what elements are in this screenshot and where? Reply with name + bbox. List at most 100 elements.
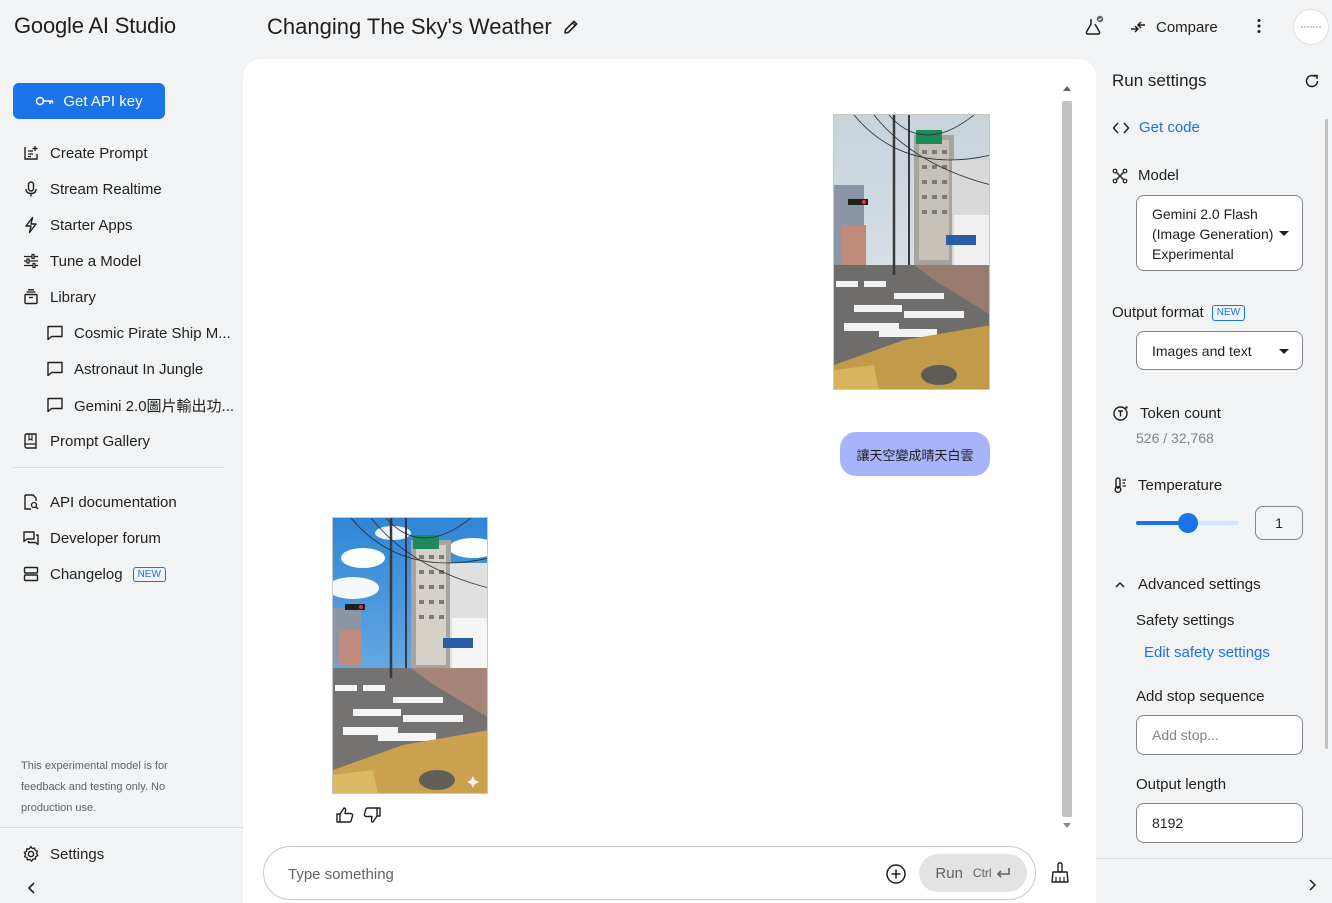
compare-button[interactable]: Compare [1128, 14, 1218, 40]
library-item[interactable]: Astronaut In Jungle [46, 357, 203, 381]
nav-settings[interactable]: Settings [22, 842, 104, 866]
thumbs-down-button[interactable] [362, 805, 382, 825]
stop-sequence-label: Add stop sequence [1136, 688, 1265, 705]
collapse-sidebar-button[interactable] [24, 880, 40, 896]
nav-create-prompt-label: Create Prompt [50, 144, 148, 162]
nav-stream-realtime[interactable]: Stream Realtime [22, 177, 162, 201]
chat-scrollbar[interactable] [1060, 79, 1074, 833]
temperature-section: Temperature [1112, 476, 1222, 494]
chat-bubble-icon [46, 396, 64, 414]
sidebar-bottom-divider [0, 827, 243, 828]
add-circle-icon [886, 864, 906, 884]
run-shortcut: Ctrl [973, 866, 1011, 880]
broom-icon [1051, 862, 1069, 883]
output-format-label: Output format [1112, 304, 1204, 321]
more-options-button[interactable] [1248, 15, 1270, 37]
nav-changelog[interactable]: Changelog NEW [22, 562, 166, 586]
avatar[interactable] [1293, 9, 1329, 45]
flask-icon [1085, 15, 1104, 35]
run-button[interactable]: Run Ctrl [919, 854, 1027, 892]
chat-bubble-icon [46, 324, 64, 342]
temperature-input[interactable]: 1 [1255, 506, 1303, 540]
model-value-line: Experimental [1152, 246, 1234, 262]
output-format-select[interactable]: Images and text [1136, 331, 1303, 370]
thumbs-down-icon [363, 807, 381, 823]
avatar-image [1301, 26, 1321, 28]
get-code-label: Get code [1139, 119, 1200, 136]
settings-scrollbar[interactable] [1325, 119, 1328, 749]
more-vert-icon [1257, 19, 1261, 33]
new-badge: NEW [132, 566, 166, 582]
scroll-up-arrow[interactable] [1063, 86, 1071, 91]
nav-library-label: Library [50, 288, 96, 306]
code-icon [1112, 121, 1130, 134]
nav-changelog-label: Changelog [50, 565, 123, 583]
input-street-image[interactable] [833, 114, 990, 390]
model-icon [1112, 168, 1128, 183]
experimental-disclaimer: This experimental model is for feedback … [21, 760, 168, 814]
enter-key-icon [996, 868, 1010, 878]
advanced-settings-label: Advanced settings [1138, 576, 1261, 593]
compare-label: Compare [1156, 18, 1218, 36]
nav-create-prompt[interactable]: Create Prompt [22, 141, 148, 165]
nav-settings-label: Settings [50, 845, 105, 863]
new-badge: NEW [1211, 304, 1246, 321]
library-item-label: Cosmic Pirate Ship M... [74, 324, 231, 342]
run-shortcut-label: Ctrl [972, 866, 992, 880]
library-item[interactable]: Gemini 2.0圖片輸出功... [46, 393, 234, 417]
pencil-icon [564, 20, 578, 34]
token-count-label: Token count [1140, 404, 1221, 422]
nav-developer-forum[interactable]: Developer forum [22, 526, 161, 550]
advanced-settings-toggle[interactable]: Advanced settings [1114, 576, 1261, 593]
get-api-key-button[interactable]: Get API key [13, 83, 165, 119]
microphone-icon [22, 180, 40, 198]
library-item-label: Astronaut In Jungle [74, 360, 204, 378]
model-select[interactable]: Gemini 2.0 Flash (Image Generation) Expe… [1136, 195, 1303, 271]
chevron-right-icon [1309, 879, 1317, 891]
get-api-key-label: Get API key [63, 92, 143, 110]
thumbs-up-icon [336, 807, 354, 823]
reset-settings-button[interactable] [1304, 73, 1320, 89]
gear-icon [22, 845, 40, 863]
expand-panel-button[interactable] [1305, 878, 1319, 892]
changelog-icon [22, 565, 40, 583]
edit-safety-settings-link[interactable]: Edit safety settings [1144, 644, 1270, 661]
output-format-section: Output format NEW [1112, 304, 1246, 321]
app-logo[interactable]: Google AI Studio [14, 13, 176, 39]
nav-starter-apps-label: Starter Apps [50, 216, 133, 234]
bolt-icon [22, 216, 40, 234]
nav-api-documentation[interactable]: API documentation [22, 490, 177, 514]
nav-starter-apps[interactable]: Starter Apps [22, 213, 133, 237]
output-length-label: Output length [1136, 776, 1227, 793]
nav-api-documentation-label: API documentation [50, 493, 177, 511]
document-search-icon [22, 493, 40, 511]
library-item[interactable]: Cosmic Pirate Ship M... [46, 321, 231, 345]
edit-title-button[interactable] [561, 17, 581, 37]
thumbs-up-button[interactable] [335, 805, 355, 825]
slider-handle[interactable] [1178, 513, 1198, 533]
stop-sequence-input[interactable] [1136, 715, 1303, 755]
scrollbar-thumb[interactable] [1062, 101, 1072, 817]
library-icon [22, 288, 40, 306]
token-count-value: 526 / 32,768 [1136, 430, 1214, 446]
thermometer-icon [1114, 477, 1126, 493]
create-prompt-icon [22, 144, 40, 162]
clear-chat-button[interactable] [1049, 861, 1071, 885]
book-icon [22, 432, 40, 450]
nav-tune-model[interactable]: Tune a Model [22, 249, 141, 273]
get-code-button[interactable]: Get code [1112, 119, 1200, 136]
run-label: Run [935, 864, 963, 882]
model-status-button[interactable] [1083, 15, 1105, 37]
tune-icon [22, 252, 40, 270]
scroll-down-arrow[interactable] [1063, 823, 1071, 828]
output-length-input[interactable]: 8192 [1136, 803, 1303, 843]
prompt-input[interactable] [288, 863, 848, 885]
nav-library[interactable]: Library [22, 285, 96, 309]
add-media-button[interactable] [884, 862, 908, 886]
chevron-left-icon [27, 882, 35, 894]
nav-prompt-gallery[interactable]: Prompt Gallery [22, 429, 150, 453]
chevron-down-icon [1279, 231, 1289, 236]
temperature-slider[interactable] [1136, 513, 1239, 533]
safety-settings-label: Safety settings [1136, 612, 1235, 629]
generated-street-image[interactable] [332, 517, 488, 794]
